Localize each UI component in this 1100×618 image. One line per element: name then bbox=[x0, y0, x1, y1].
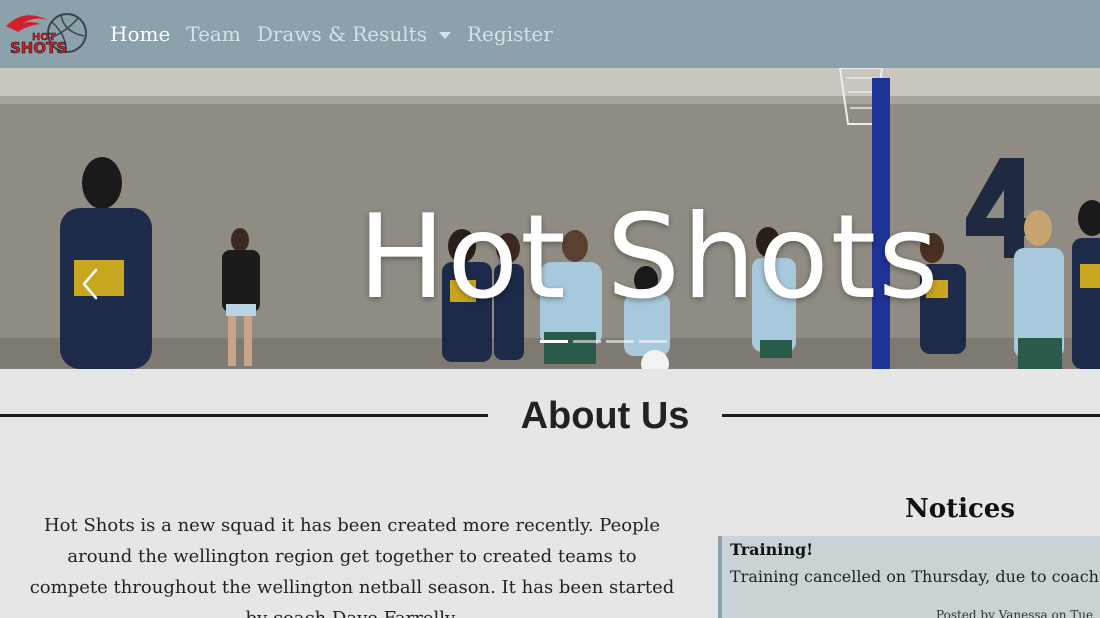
nav-team[interactable]: Team bbox=[186, 22, 241, 46]
divider-line-left bbox=[0, 414, 488, 417]
about-text: Hot Shots is a new squad it has been cre… bbox=[29, 515, 675, 618]
carousel-indicator-2[interactable] bbox=[573, 340, 601, 343]
divider-line-right bbox=[722, 414, 1100, 417]
hero-title: Hot Shots bbox=[358, 190, 941, 325]
carousel-indicator-1[interactable] bbox=[540, 340, 568, 343]
dropdown-caret-icon bbox=[438, 32, 451, 39]
nav-draws-results-label: Draws & Results bbox=[256, 22, 427, 46]
notice-footer: Posted by Vanessa on Tue bbox=[936, 608, 1094, 618]
hot-shots-logo[interactable]: HOT SHOTS bbox=[4, 6, 88, 62]
about-title: About Us bbox=[520, 395, 690, 437]
notice-body: Training cancelled on Thursday, due to c… bbox=[730, 567, 1100, 586]
notice-title: Training! bbox=[730, 540, 814, 559]
notice-card: Training! Training cancelled on Thursday… bbox=[718, 536, 1100, 618]
chevron-left-icon[interactable] bbox=[76, 266, 104, 302]
nav-register[interactable]: Register bbox=[467, 22, 553, 46]
svg-text:SHOTS: SHOTS bbox=[10, 39, 67, 57]
navbar: HOT SHOTS Home Team Draws & Results Regi… bbox=[0, 0, 1100, 68]
nav-home[interactable]: Home bbox=[110, 22, 170, 46]
notices-title: Notices bbox=[904, 494, 1015, 524]
main-nav: Home Team Draws & Results Register bbox=[110, 0, 569, 68]
carousel-indicator-4[interactable] bbox=[639, 340, 667, 343]
about-heading: About Us bbox=[0, 394, 1100, 438]
nav-draws-results[interactable]: Draws & Results bbox=[257, 22, 451, 46]
carousel-indicators bbox=[540, 340, 672, 343]
hero-carousel: Hot Shots bbox=[0, 68, 1100, 369]
carousel-indicator-3[interactable] bbox=[606, 340, 634, 343]
